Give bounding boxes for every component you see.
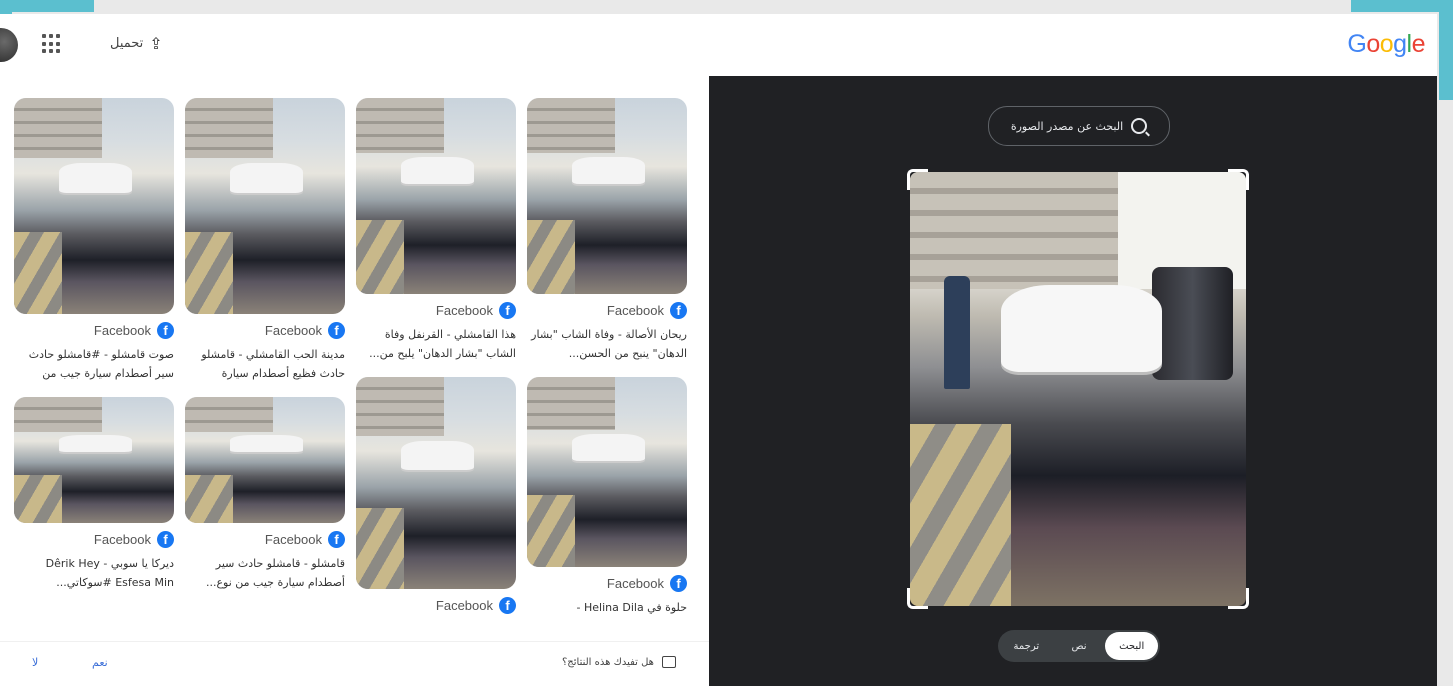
top-bar: تحميل ⇪ Google [0, 14, 1437, 76]
result-source: Facebook f [14, 531, 174, 548]
result-source: Facebook f [14, 322, 174, 339]
result-caption[interactable]: مدينة الحب القامشلي - قامشلو حادث فظيع أ… [185, 345, 345, 383]
result-source: Facebook f [527, 575, 687, 592]
image-preview-panel: البحث عن مصدر الصورة البحث نص ترجمة [709, 76, 1437, 686]
result-caption[interactable]: صوت قامشلو - #قامشلو حادث سير أصطدام سيا… [14, 345, 174, 383]
facebook-icon: f [499, 302, 516, 319]
feedback-bar: هل تفيدك هذه النتائج؟ نعم لا [0, 641, 709, 686]
result-source: Facebook f [185, 531, 345, 548]
lens-search-icon [1131, 118, 1148, 134]
result-source: Facebook f [356, 597, 516, 614]
mode-search-button[interactable]: البحث [1105, 632, 1158, 660]
result-caption[interactable]: ريحان الأصالة - وفاة الشاب "بشار الدهان"… [527, 325, 687, 363]
facebook-icon: f [499, 597, 516, 614]
feedback-question: هل تفيدك هذه النتائج؟ [562, 656, 676, 668]
facebook-icon: f [328, 531, 345, 548]
results-column: Facebook f ريحان الأصالة - وفاة الشاب "ب… [527, 98, 687, 650]
result-thumbnail[interactable] [527, 98, 687, 294]
facebook-icon: f [157, 322, 174, 339]
result-caption[interactable]: حلوة في Helina Dila - [527, 598, 687, 636]
results-panel: Facebook f ريحان الأصالة - وفاة الشاب "ب… [0, 76, 709, 686]
feedback-no-button[interactable]: لا [32, 656, 38, 669]
find-image-source-button[interactable]: البحث عن مصدر الصورة [988, 106, 1170, 146]
avatar[interactable] [0, 28, 18, 62]
result-thumbnail[interactable] [14, 98, 174, 314]
facebook-icon: f [328, 322, 345, 339]
result-card[interactable]: Facebook f صوت قامشلو - #قامشلو حادث سير… [14, 98, 174, 383]
result-caption[interactable]: ديركا يا سوبي Dêrik Hey - Esfesa Min #سو… [14, 554, 174, 592]
facebook-icon: f [157, 531, 174, 548]
results-column: Facebook f مدينة الحب القامشلي - قامشلو … [185, 98, 345, 606]
result-card[interactable]: Facebook f قامشلو - قامشلو حادث سير أصطد… [185, 397, 345, 592]
result-card[interactable]: Facebook f ديركا يا سوبي Dêrik Hey - Esf… [14, 397, 174, 592]
mode-text-button[interactable]: نص [1053, 632, 1106, 660]
mode-translate-button[interactable]: ترجمة [1000, 632, 1053, 660]
feedback-yes-button[interactable]: نعم [92, 656, 108, 669]
result-card[interactable]: Facebook f [356, 377, 516, 614]
result-thumbnail[interactable] [356, 377, 516, 589]
result-thumbnail[interactable] [527, 377, 687, 567]
result-thumbnail[interactable] [14, 397, 174, 523]
lens-mode-toggle: البحث نص ترجمة [998, 630, 1160, 662]
upload-button[interactable]: تحميل ⇪ [110, 34, 163, 53]
selected-image[interactable] [910, 172, 1246, 606]
google-lens-window: تحميل ⇪ Google Facebook f ريحان الأصالة … [0, 14, 1437, 686]
result-thumbnail[interactable] [356, 98, 516, 294]
decorative-corner-top-left [0, 0, 94, 12]
result-thumbnail[interactable] [185, 397, 345, 523]
google-logo[interactable]: Google [1347, 30, 1425, 59]
result-source: Facebook f [527, 302, 687, 319]
decorative-corner-top-right [1351, 0, 1453, 12]
facebook-icon: f [670, 575, 687, 592]
result-source: Facebook f [185, 322, 345, 339]
result-card[interactable]: Facebook f حلوة في Helina Dila - [527, 377, 687, 636]
result-caption[interactable]: هذا القامشلي - القرنفل وفاة الشاب "بشار … [356, 325, 516, 363]
feedback-icon [661, 656, 676, 668]
result-card[interactable]: Facebook f هذا القامشلي - القرنفل وفاة ا… [356, 98, 516, 363]
result-card[interactable]: Facebook f مدينة الحب القامشلي - قامشلو … [185, 98, 345, 383]
decorative-corner-right [1439, 0, 1453, 100]
apps-grid-icon[interactable] [42, 34, 62, 54]
result-thumbnail[interactable] [185, 98, 345, 314]
results-column: Facebook f صوت قامشلو - #قامشلو حادث سير… [14, 98, 174, 606]
result-caption[interactable]: قامشلو - قامشلو حادث سير أصطدام سيارة جي… [185, 554, 345, 592]
result-source: Facebook f [356, 302, 516, 319]
results-column: Facebook f هذا القامشلي - القرنفل وفاة ا… [356, 98, 516, 628]
result-card[interactable]: Facebook f ريحان الأصالة - وفاة الشاب "ب… [527, 98, 687, 363]
facebook-icon: f [670, 302, 687, 319]
upload-label: تحميل [110, 36, 144, 51]
upload-icon: ⇪ [149, 34, 163, 53]
